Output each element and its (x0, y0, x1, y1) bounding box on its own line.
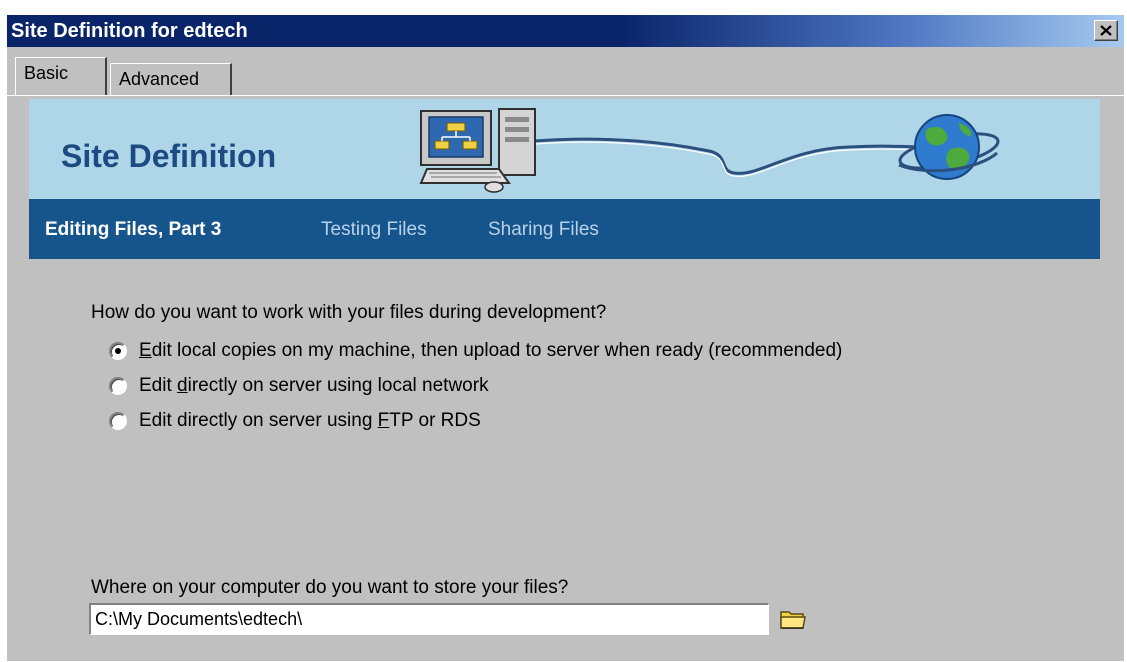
globe-icon (898, 114, 1000, 180)
tab-strip: Basic Advanced (7, 49, 1124, 95)
option-label: Edit directly on server using local netw… (139, 375, 489, 396)
radio-edit-local-copies[interactable] (109, 342, 127, 360)
radio-edit-directly-local-network[interactable] (109, 377, 127, 395)
close-button[interactable] (1094, 20, 1118, 41)
title-bar[interactable]: Site Definition for edtech (7, 15, 1124, 47)
radio-edit-directly-ftp-rds[interactable] (109, 412, 127, 430)
close-icon (1100, 25, 1112, 36)
site-definition-dialog: Site Definition for edtech Basic Advance… (6, 14, 1124, 661)
site-definition-banner: Site Definition (29, 99, 1100, 199)
option-label: Edit local copies on my machine, then up… (139, 340, 843, 361)
work-mode-question: How do you want to work with your files … (91, 302, 607, 323)
window-title: Site Definition for edtech (11, 20, 248, 42)
local-folder-label: Where on your computer do you want to st… (91, 577, 569, 598)
step-testing-files: Testing Files (321, 219, 427, 240)
step-sharing-files: Sharing Files (488, 219, 599, 240)
option-edit-directly-local-network[interactable]: Edit directly on server using local netw… (109, 374, 489, 398)
option-label: Edit directly on server using FTP or RDS (139, 410, 481, 431)
option-edit-local-copies[interactable]: Edit local copies on my machine, then up… (109, 339, 842, 363)
step-current-editing-files: Editing Files, Part 3 (45, 219, 222, 240)
folder-icon[interactable] (778, 606, 808, 632)
local-folder-input[interactable] (89, 603, 769, 635)
basic-tab-panel: Site Definition Editing Files, Part 3 Te… (7, 95, 1124, 662)
banner-title: Site Definition (61, 138, 277, 174)
tab-advanced[interactable]: Advanced (110, 63, 232, 95)
computer-icon (419, 108, 536, 193)
option-edit-directly-ftp-rds[interactable]: Edit directly on server using FTP or RDS (109, 409, 481, 433)
wizard-step-bar: Editing Files, Part 3 Testing Files Shar… (29, 199, 1100, 259)
tab-basic[interactable]: Basic (15, 57, 107, 95)
